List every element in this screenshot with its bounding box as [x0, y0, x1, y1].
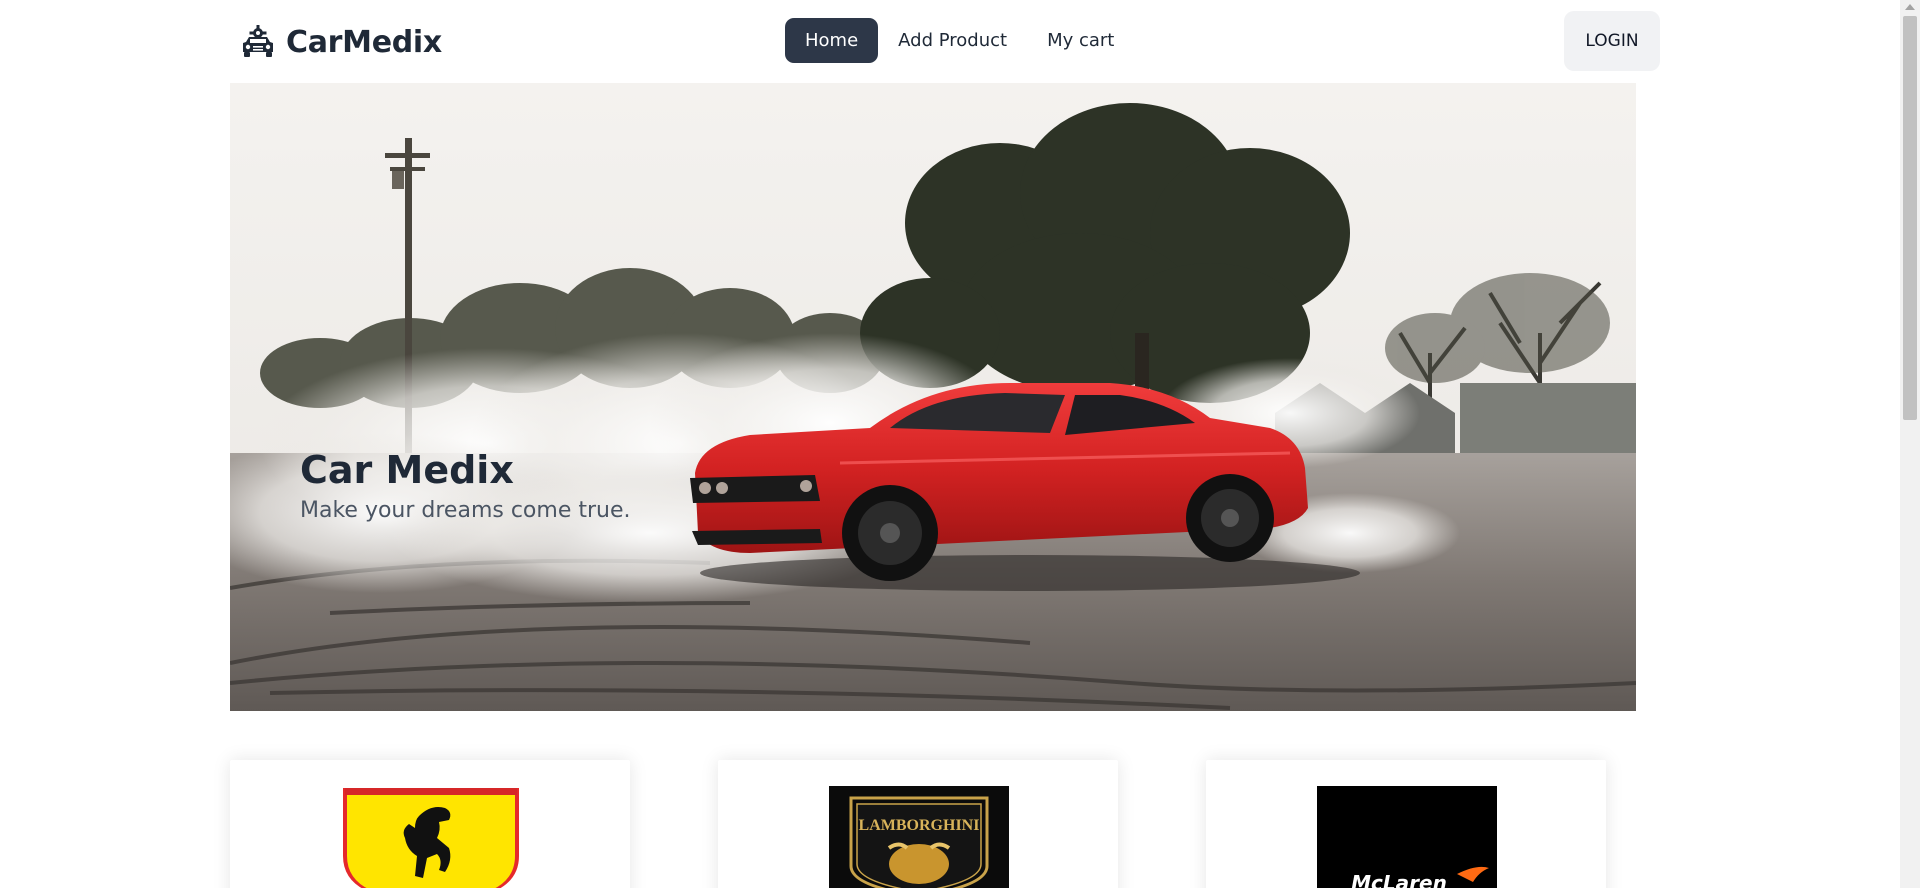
- brand-card-ferrari[interactable]: [230, 760, 630, 888]
- main-nav: Home Add Product My cart: [785, 18, 1134, 63]
- mclaren-logo-text: McLaren: [1351, 871, 1447, 888]
- nav-my-cart[interactable]: My cart: [1027, 18, 1134, 63]
- brand-card-mclaren[interactable]: McLaren: [1206, 760, 1606, 888]
- login-button[interactable]: LOGIN: [1564, 11, 1660, 71]
- hero-text: Car Medix Make your dreams come true.: [300, 448, 631, 523]
- car-wrench-icon: [243, 25, 273, 57]
- hero-image: [230, 83, 1636, 711]
- navbar: CarMedix Home Add Product My cart LOGIN: [0, 0, 1900, 83]
- scroll-up-arrow-icon[interactable]: [1905, 4, 1915, 10]
- mclaren-logo: McLaren: [1317, 786, 1497, 888]
- brand-name: CarMedix: [286, 24, 442, 60]
- hero-subtitle: Make your dreams come true.: [300, 498, 631, 523]
- hero-title: Car Medix: [300, 448, 514, 492]
- scrollbar-thumb[interactable]: [1903, 16, 1917, 420]
- brand-cards: LAMBORGHINI McLaren: [230, 760, 1636, 888]
- nav-home[interactable]: Home: [785, 18, 879, 63]
- brand-logo-link[interactable]: CarMedix: [240, 20, 442, 64]
- brand-card-lamborghini[interactable]: LAMBORGHINI: [718, 760, 1118, 888]
- page-scrollbar[interactable]: [1900, 0, 1920, 888]
- lamborghini-logo: LAMBORGHINI: [829, 786, 1009, 888]
- nav-add-product[interactable]: Add Product: [878, 18, 1027, 63]
- hero-banner: Car Medix Make your dreams come true.: [230, 83, 1636, 711]
- lamborghini-logo-text: LAMBORGHINI: [859, 817, 980, 834]
- ferrari-logo: [341, 786, 521, 888]
